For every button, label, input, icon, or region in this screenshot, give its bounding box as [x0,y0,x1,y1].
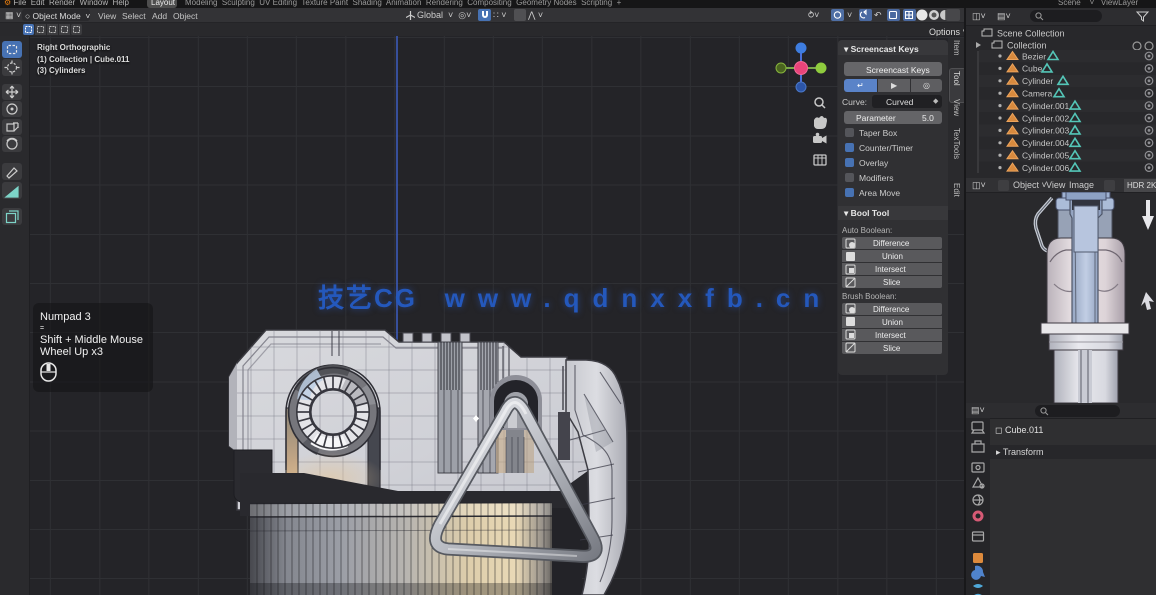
svg-text:Cylinder.004: Cylinder.004 [1022,138,1070,148]
svg-text:Cube: Cube [1022,64,1043,74]
svg-text:Cylinder.002: Cylinder.002 [1022,113,1070,123]
svg-text:Cylinder.001: Cylinder.001 [1022,101,1070,111]
svg-text:Scene Collection: Scene Collection [997,29,1065,39]
svg-text:Cylinder.006: Cylinder.006 [1022,163,1070,173]
svg-text:Bezier: Bezier [1022,51,1046,61]
svg-text:Cylinder: Cylinder [1022,76,1053,86]
svg-text:Cylinder.003: Cylinder.003 [1022,126,1070,136]
svg-text:Collection: Collection [1007,41,1047,51]
svg-text:Cylinder.005: Cylinder.005 [1022,151,1070,161]
svg-text:Camera: Camera [1022,89,1053,99]
